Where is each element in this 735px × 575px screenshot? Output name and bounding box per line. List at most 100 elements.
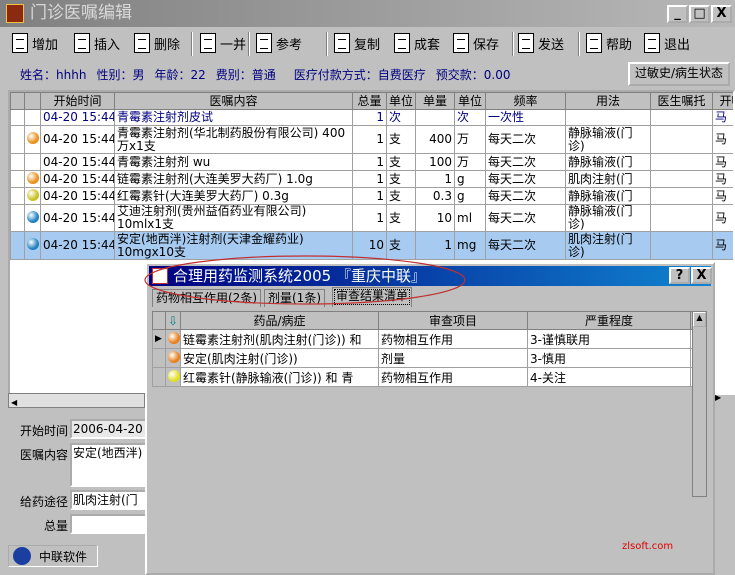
column-header[interactable]: 频率 [485, 92, 566, 110]
scroll-up-icon[interactable]: ▲ [693, 312, 706, 327]
review-header: ⇩ 药品/病症 审查项目 严重程度 [152, 311, 703, 330]
cell-usage: 静脉输液(门 [565, 187, 651, 205]
toolbar-document-delete-button[interactable]: 删除 [134, 29, 180, 57]
review-row[interactable]: ▶ 链霉素注射剂(肌肉注射(门诊)) 和药物相互作用3-谨慎联用氨 [152, 329, 703, 349]
toolbar-document-merge-button[interactable]: 一并 [200, 29, 246, 57]
order-row[interactable]: 04-20 15:44 青霉素注射剂皮试 1 次次一次性马 [10, 109, 733, 126]
row-status [165, 367, 181, 387]
cell-total: 1 [352, 153, 387, 171]
column-header[interactable]: 审查项目 [378, 311, 528, 330]
allergy-button[interactable]: 过敏史/病生状态 [628, 62, 730, 86]
status-ball-icon [27, 171, 39, 184]
route-field[interactable]: 肌肉注射(门 [70, 490, 150, 510]
company-name: 中联软件 [39, 549, 88, 564]
toolbar-save-button[interactable]: 保存 [453, 29, 499, 57]
scroll-left-icon[interactable]: ◀ [9, 398, 17, 407]
review-row[interactable]: 红霉素针(静脉输液(门诊)) 和 青药物相互作用4-关注红 [152, 367, 703, 387]
cell-unit: 支 [386, 231, 416, 260]
tab-1[interactable]: 剂量(1条) [264, 289, 325, 307]
toolbar-separator [578, 32, 580, 56]
cell-dose: 10 [415, 204, 455, 232]
cell-note [650, 187, 713, 205]
column-header[interactable]: 用法 [565, 92, 651, 110]
row-indicator[interactable] [152, 348, 166, 368]
close-button[interactable]: X [711, 5, 732, 23]
tab-2[interactable]: 审查结果清单 [332, 287, 413, 307]
dialog-close-button[interactable]: X [691, 267, 712, 284]
toolbar-help-button[interactable]: 帮助 [586, 29, 632, 57]
toolbar-copy-button[interactable]: 复制 [334, 29, 380, 57]
exit-icon [644, 33, 660, 53]
row-indicator[interactable] [10, 204, 25, 232]
cell-note [650, 231, 713, 260]
row-indicator[interactable] [10, 125, 25, 154]
toolbar-send-button[interactable]: 发送 [518, 29, 564, 57]
order-row[interactable]: 04-20 15:44 安定(地西泮)注射剂(天津金耀药业) 10mgx10支 10… [10, 231, 733, 260]
send-icon [518, 33, 534, 53]
cell-dunit: 次 [454, 109, 486, 126]
total-field[interactable] [70, 514, 150, 534]
maximize-button[interactable]: □ [689, 5, 710, 23]
column-header[interactable]: 单量 [415, 92, 455, 110]
order-row[interactable]: 04-20 15:44 艾迪注射剂(贵州益佰药业有限公司) 10mlx1支 1 支 10… [10, 204, 733, 232]
column-header[interactable]: 单位 [454, 92, 486, 110]
review-grid[interactable]: ⇩ 药品/病症 审查项目 严重程度 ▶ 链霉素注射剂(肌肉注射(门诊)) 和药物相互作用… [152, 311, 707, 387]
cell-time: 04-20 15:44 [40, 170, 115, 188]
orders-header: 开始时间医嘱内容总量单位单量单位频率用法医生嘱托开嘱 [10, 92, 733, 110]
cell-content: 青霉素注射剂(华北制药股份有限公司) 400万x1支 [114, 125, 353, 154]
row-indicator[interactable] [10, 231, 25, 260]
row-status [165, 329, 181, 349]
column-header[interactable]: 开始时间 [40, 92, 115, 110]
order-row[interactable]: 04-20 15:44 青霉素注射剂 wu 1 支 100 万每天二次 静脉输液(门 马 [10, 153, 733, 171]
cell-dose: 100 [415, 153, 455, 171]
review-row[interactable]: 安定(肌肉注射(门诊))剂量3-慎用低 [152, 348, 703, 368]
column-header[interactable]: 药品/病症 [180, 311, 379, 330]
toolbar-separator [326, 32, 328, 56]
toolbar-label: 成套 [414, 37, 441, 53]
column-header[interactable]: 医生嘱托 [650, 92, 713, 110]
row-indicator[interactable] [152, 367, 166, 387]
column-header[interactable]: 严重程度 [527, 311, 691, 330]
content-field[interactable]: 安定(地西泮) [70, 443, 150, 487]
document-merge-icon [200, 33, 216, 53]
row-indicator[interactable]: ▶ [152, 329, 166, 349]
scroll-right-icon[interactable]: ▶ [715, 393, 721, 402]
order-row[interactable]: 04-20 15:44 链霉素注射剂(大连美罗大药厂) 1.0g 1 支 1 g 每天二次肌… [10, 170, 733, 188]
row-indicator[interactable] [10, 187, 25, 205]
horizontal-scrollbar[interactable]: ◀ [8, 393, 145, 408]
review-vertical-scrollbar[interactable]: ▲ [692, 311, 707, 497]
document-insert-icon [74, 33, 90, 53]
cell-dose: 1 [415, 231, 455, 260]
minimize-button[interactable]: _ [667, 5, 688, 23]
start-field[interactable]: 2006-04-20 1 [70, 419, 150, 439]
column-header[interactable]: 单位 [386, 92, 416, 110]
help-icon [586, 33, 602, 53]
route-label: 给药途径 [19, 495, 68, 509]
tab-0[interactable]: 药物相互作用(2条) [152, 289, 261, 307]
drug-monitor-dialog: 合理用药监测系统2005 『重庆中联』 ? X 药物相互作用(2条) 剂量(1条)… [145, 262, 715, 575]
cell-freq: 一次性 [485, 109, 566, 126]
cell-content: 青霉素注射剂 wu [114, 153, 353, 171]
toolbar-document-insert-button[interactable]: 插入 [74, 29, 120, 57]
column-header[interactable]: 总量 [352, 92, 387, 110]
column-header[interactable]: 开嘱 [712, 92, 733, 110]
column-header[interactable]: 医嘱内容 [114, 92, 353, 110]
sort-arrow-icon[interactable]: ⇩ [165, 311, 181, 330]
patient-fee: 费别：普通 [215, 68, 276, 82]
toolbar-exit-button[interactable]: 退出 [644, 29, 690, 57]
patient-payment: 医疗付款方式：自费医疗 [293, 68, 426, 82]
status-ball-icon [27, 188, 39, 201]
toolbar-document-help-button[interactable]: 参考 [256, 29, 302, 57]
row-indicator[interactable] [10, 109, 25, 126]
document-add-icon [12, 33, 28, 53]
toolbar-set-button[interactable]: 成套 [394, 29, 440, 57]
cell-content: 艾迪注射剂(贵州益佰药业有限公司) 10mlx1支 [114, 204, 353, 232]
set-icon [394, 33, 410, 53]
order-row[interactable]: 04-20 15:44 青霉素注射剂(华北制药股份有限公司) 400万x1支 1 支 4… [10, 125, 733, 154]
row-indicator[interactable] [10, 153, 25, 171]
row-indicator[interactable] [10, 170, 25, 188]
dialog-help-button[interactable]: ? [669, 267, 690, 284]
order-row[interactable]: 04-20 15:44 红霉素针(大连美罗大药厂) 0.3g 1 支 0.3 g 每天二次静… [10, 187, 733, 205]
cell-doc: 马 [712, 153, 733, 171]
toolbar-document-add-button[interactable]: 增加 [12, 29, 58, 57]
